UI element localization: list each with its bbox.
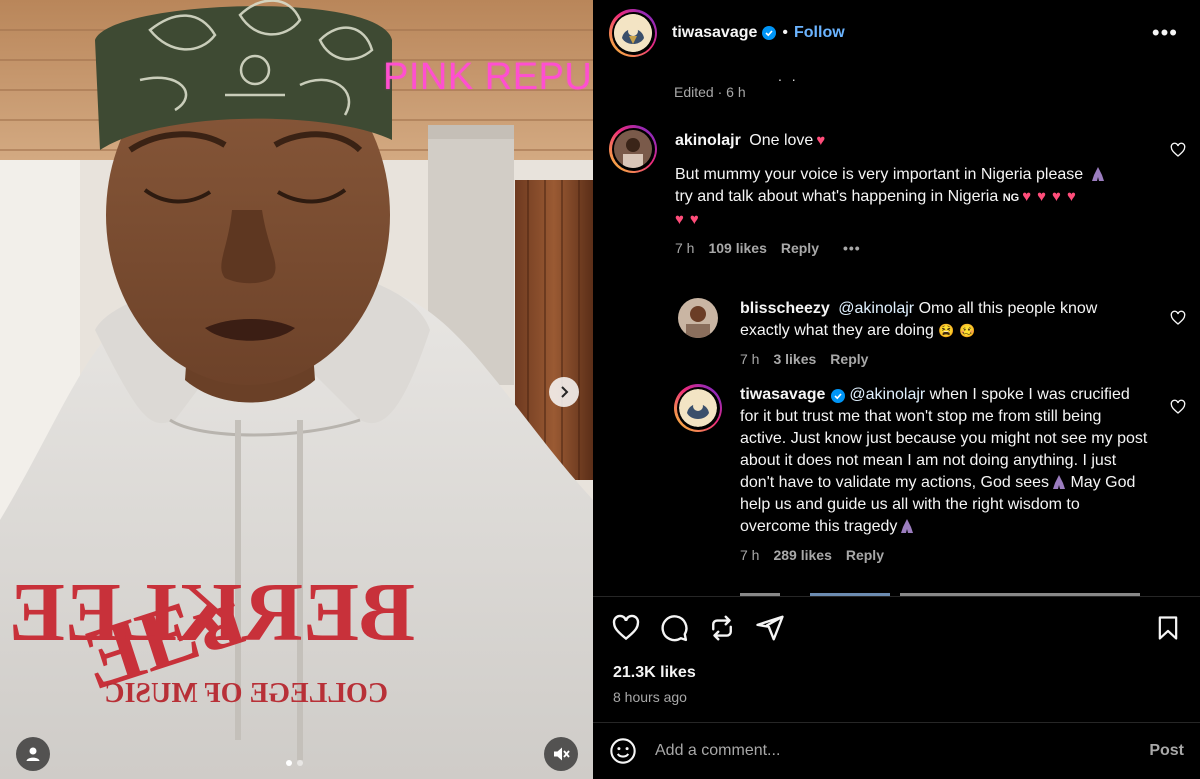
- praying-hands-icon: [901, 519, 914, 533]
- user-icon: [26, 747, 40, 761]
- caption-text: . .: [778, 68, 799, 84]
- emoji-picker-icon[interactable]: [609, 737, 637, 765]
- author-avatar-ring[interactable]: [609, 9, 657, 57]
- speaker-muted-icon: [554, 747, 570, 761]
- tagged-users-button[interactable]: [16, 737, 50, 771]
- post-comment-button[interactable]: Post: [1149, 742, 1184, 760]
- bookmark-save-icon[interactable]: [1154, 613, 1182, 643]
- like-comment-heart-icon[interactable]: [1170, 142, 1186, 158]
- comment-composer: Post: [593, 722, 1200, 779]
- comment-likes[interactable]: 3 likes: [773, 351, 816, 367]
- reply-button[interactable]: Reply: [846, 547, 884, 563]
- post-likes-count[interactable]: 21.3K likes: [613, 664, 696, 682]
- comment-text: One love: [749, 132, 814, 149]
- broken-heart-icon: ♥: [689, 211, 699, 228]
- commenter-avatar-ring[interactable]: [609, 125, 657, 173]
- comment-options-button[interactable]: •••: [843, 240, 861, 256]
- verified-badge-icon: [762, 26, 777, 40]
- header-separator: •: [782, 24, 788, 41]
- author-avatar: [614, 14, 652, 52]
- ng-flag: NG: [1002, 192, 1020, 204]
- repost-icon[interactable]: [707, 613, 737, 643]
- comment-mention[interactable]: @akinolajr: [849, 386, 925, 403]
- broken-heart-icon: ♥: [1022, 188, 1032, 205]
- post-side-panel: tiwasavage • Follow ••• . . Edited · 6 h…: [593, 0, 1200, 779]
- post-media[interactable]: ƎEᴚ BERKLEE COLLEGE OF MUSIC PINK REPUBL…: [0, 0, 593, 779]
- carousel-next-button[interactable]: [549, 377, 579, 407]
- chevron-right-icon: [561, 386, 569, 398]
- comment-time[interactable]: 7 h: [740, 547, 759, 563]
- like-heart-icon[interactable]: [611, 613, 641, 643]
- woozy-face-emoji-icon: 🥴: [958, 323, 976, 338]
- comment-text: try and talk about what's happening in N…: [675, 188, 999, 205]
- crying-face-emoji-icon: 😫: [938, 323, 955, 338]
- reply-button[interactable]: Reply: [830, 351, 868, 367]
- broken-heart-icon: ♥: [1037, 188, 1047, 205]
- svg-text:BERKLEE: BERKLEE: [9, 566, 415, 659]
- post-header: tiwasavage • Follow •••: [593, 0, 1200, 66]
- comment-likes[interactable]: 289 likes: [773, 547, 831, 563]
- broken-heart-icon: ♥: [1066, 188, 1076, 205]
- clipped-comment: [740, 586, 1180, 596]
- praying-hands-icon: [1091, 167, 1104, 181]
- verified-badge-icon: [831, 389, 846, 403]
- pink-heart-emoji-icon: ♥: [816, 132, 826, 149]
- praying-hands-icon: [1053, 475, 1066, 489]
- commenter-avatar: [614, 130, 652, 168]
- broken-heart-icon: ♥: [1052, 188, 1061, 205]
- comment-bubble-icon[interactable]: [659, 613, 689, 643]
- comment-text: But mummy your voice is very important i…: [675, 166, 1084, 183]
- caption-meta: Edited · 6 h: [674, 84, 746, 100]
- like-comment-heart-icon[interactable]: [1170, 399, 1186, 415]
- comment-input[interactable]: [655, 742, 1150, 760]
- comment-mention[interactable]: @akinolajr: [838, 300, 914, 317]
- commenter-avatar[interactable]: [678, 298, 718, 338]
- broken-heart-icon: ♥: [675, 211, 684, 228]
- comment-reply-item: tiwasavage @akinolajr when I spoke I was …: [674, 384, 1159, 563]
- comment-username[interactable]: akinolajr: [675, 132, 741, 149]
- watermark: PINK REPUBLIC TV: [383, 56, 593, 98]
- commenter-avatar: [679, 389, 717, 427]
- comments-list[interactable]: . . Edited · 6 h akinolajr One love ♥ But…: [593, 66, 1200, 596]
- comment-username[interactable]: blisscheezy: [740, 300, 830, 317]
- carousel-dot: [286, 760, 292, 766]
- comment-likes[interactable]: 109 likes: [708, 240, 766, 256]
- avatar-image: [614, 14, 652, 52]
- carousel-indicator: [286, 760, 303, 766]
- author-username[interactable]: tiwasavage: [672, 24, 757, 42]
- follow-button[interactable]: Follow: [794, 24, 845, 42]
- comment-item: akinolajr One love ♥ But mummy your voice…: [609, 125, 1174, 256]
- post-timestamp[interactable]: 8 hours ago: [613, 689, 687, 705]
- svg-text:COLLEGE OF MUSIC: COLLEGE OF MUSIC: [104, 678, 388, 709]
- comment-time[interactable]: 7 h: [740, 351, 759, 367]
- share-send-icon[interactable]: [755, 613, 785, 643]
- post-actions: 21.3K likes 8 hours ago: [593, 596, 1200, 722]
- commenter-avatar-ring[interactable]: [674, 384, 722, 432]
- comment-reply-item: blisscheezy @akinolajr Omo all this peop…: [678, 298, 1158, 367]
- mute-button[interactable]: [544, 737, 578, 771]
- reply-button[interactable]: Reply: [781, 240, 819, 256]
- carousel-dot: [297, 760, 303, 766]
- like-comment-heart-icon[interactable]: [1170, 310, 1186, 326]
- comment-time[interactable]: 7 h: [675, 240, 694, 256]
- comment-username[interactable]: tiwasavage: [740, 386, 825, 403]
- more-options-button[interactable]: •••: [1152, 22, 1178, 44]
- post-photo: ƎEᴚ BERKLEE COLLEGE OF MUSIC: [0, 0, 593, 779]
